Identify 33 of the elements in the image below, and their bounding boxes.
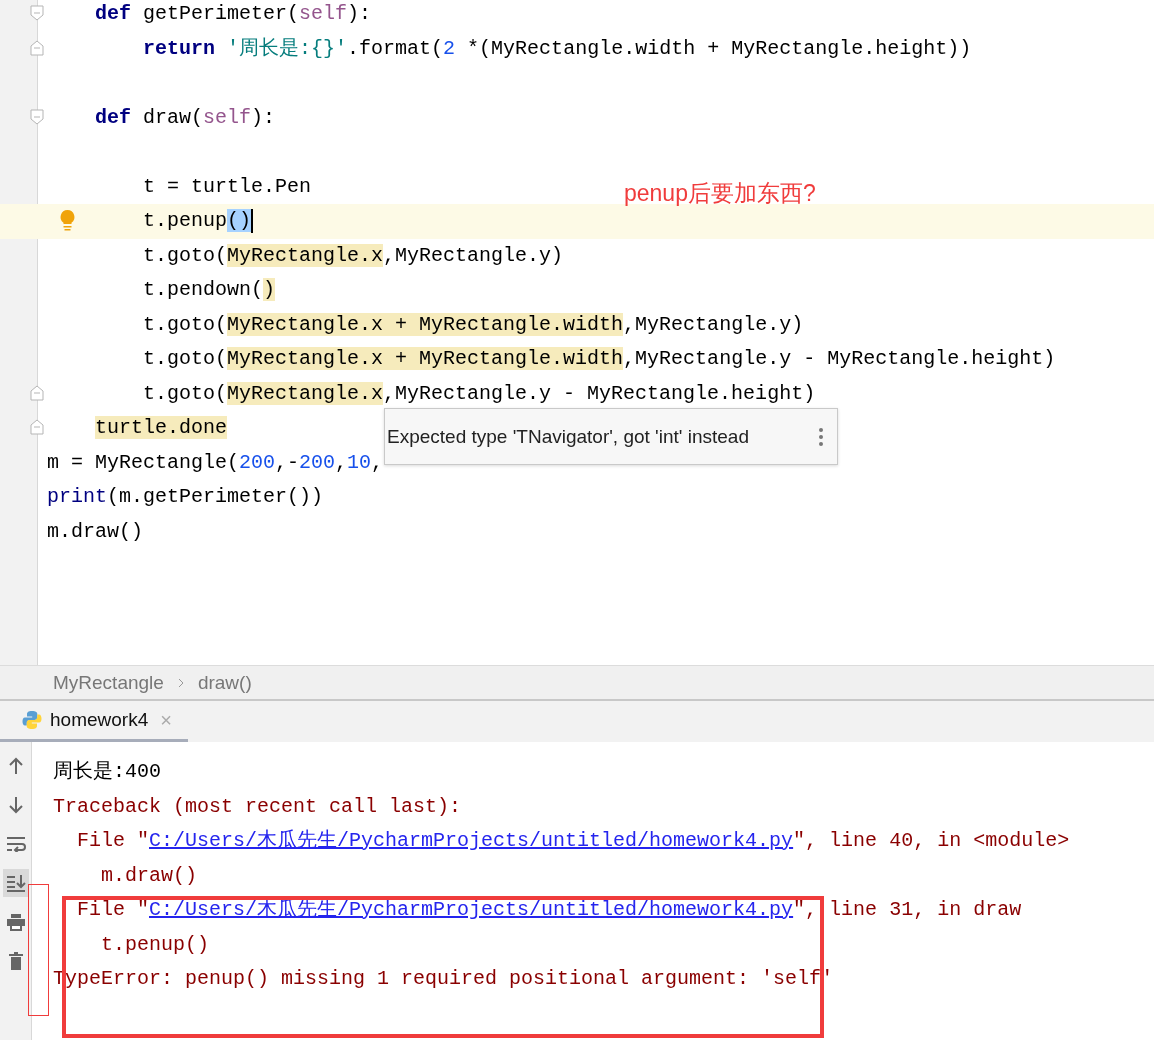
code-line: t = turtle.Pen [142,173,312,200]
printer-icon [5,913,26,931]
code-line: print(m.getPerimeter()) [47,484,324,510]
python-icon [22,710,42,730]
console-line: Traceback (most recent call last): [53,793,463,820]
console-tool-button[interactable] [2,869,29,897]
breadcrumb-item[interactable]: MyRectangle [53,671,164,694]
code-line: m = MyRectangle(200,-200,10, [47,449,384,476]
scroll-end-icon [5,874,26,892]
more-icon[interactable] [819,427,823,446]
tooltip-text: Expected type 'TNavigator', got 'int' instead [387,425,749,448]
code-line: m.draw() [47,518,143,545]
trash-icon [7,952,24,970]
up-arrow-icon [7,757,24,775]
code-line: t.goto(MyRectangle.x + MyRectangle.width,MyRectangle.y - MyRectangle.height) [142,346,1056,372]
console-line: 周长是:400 [53,759,162,785]
code-line: t.pendown() [142,277,276,303]
code-line: def draw(self): [94,104,276,131]
wrap-icon [5,836,26,852]
tab-label: homework4 [50,709,149,731]
breadcrumb-item[interactable]: draw() [197,671,252,694]
console-line: File "C:/Users/木瓜先生/PycharmProjects/untitled/homework4.py", line 40, in <module> [76,828,1070,854]
code-line: def getPerimeter(self): [94,1,372,27]
code-line: t.goto(MyRectangle.x,MyRectangle.y) [142,242,564,269]
file-link[interactable]: C:/Users/木瓜先生/PycharmProjects/untitled/homework4.py [149,829,794,852]
console-line: t.penup() [100,931,211,958]
console-line: m.draw() [100,862,199,889]
code-line: t.penup() [142,208,254,234]
down-arrow-icon [7,796,24,814]
code-line: return '周长是:{}'.format(2 *(MyRectangle.width + MyRectangle.height)) [142,35,972,62]
annotation-text: penup后要加东西? [624,179,816,208]
code-line: t.goto(MyRectangle.x,MyRectangle.y - MyRectangle.height) [142,380,816,407]
chevron-icon [177,677,184,688]
